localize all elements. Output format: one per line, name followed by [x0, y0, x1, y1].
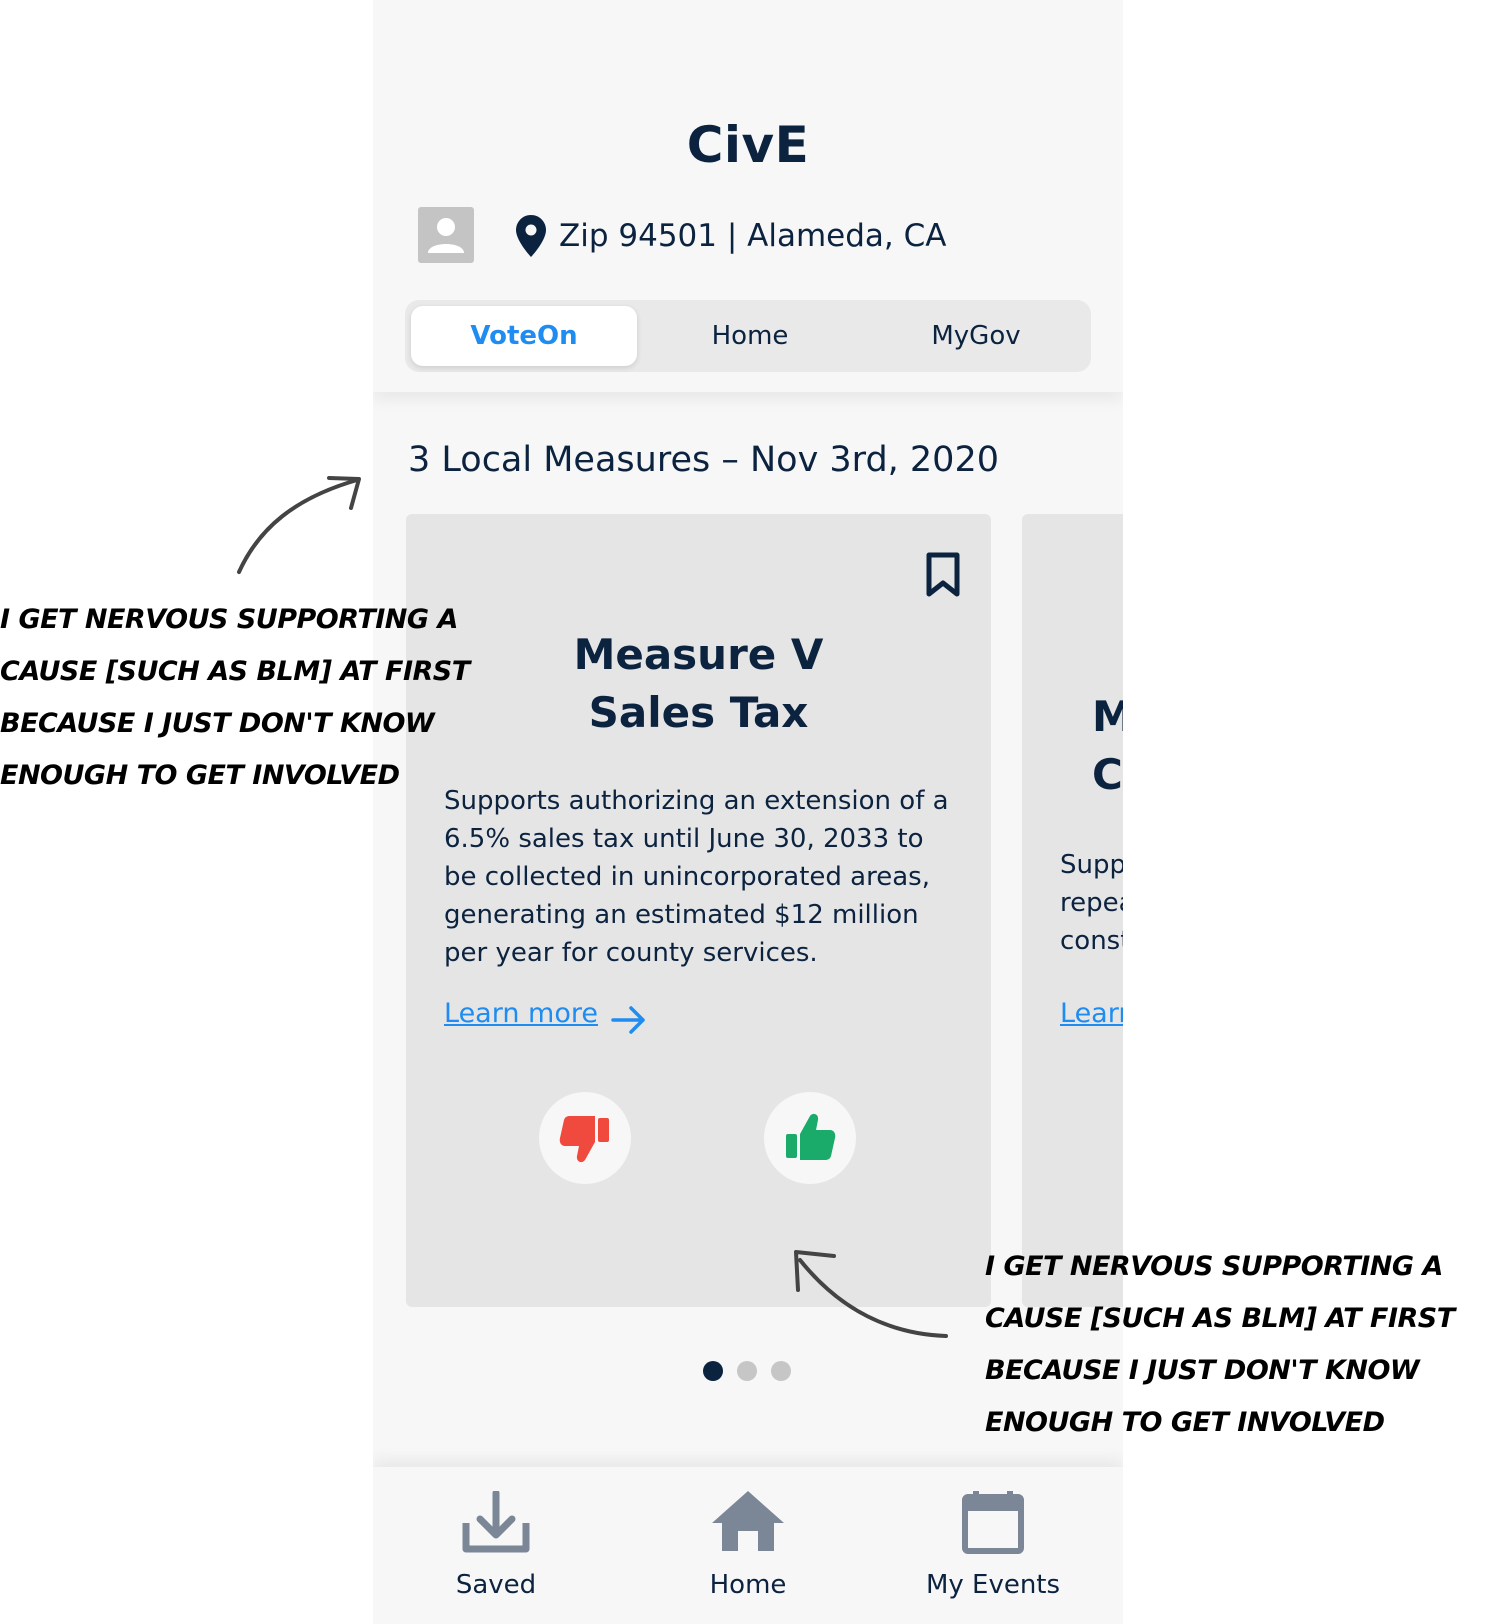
annotation-line: I get nervous supporting a: [985, 1251, 1443, 1282]
app-title: CivE: [686, 116, 810, 174]
annotation-note-2: I get nervous supporting a cause [such a…: [985, 1241, 1455, 1449]
annotation-line: enough to get involved: [985, 1407, 1385, 1438]
user-icon: [428, 218, 464, 253]
location-text: Zip 94501 | Alameda, CA: [559, 218, 947, 254]
nav-my-events[interactable]: My Events: [893, 1467, 1093, 1624]
annotation-note-1: I get nervous supporting a cause [such a…: [0, 594, 470, 802]
card-description: Supp repea const: [1060, 846, 1123, 960]
card-description: Supports authorizing an extension of a 6…: [444, 786, 949, 968]
annotation-line: cause [such as BLM] at first: [0, 656, 470, 687]
tab-mygov[interactable]: MyGov: [863, 306, 1089, 366]
app-header: CivE Zip 94501 | Alameda, CA VoteOn Home…: [373, 0, 1123, 392]
card-title-line1: M: [1092, 692, 1123, 741]
card-title: M C: [1092, 688, 1123, 804]
tab-home[interactable]: Home: [637, 306, 863, 366]
nav-label: My Events: [925, 1570, 1061, 1600]
card-title-line2: Sales Tax: [588, 688, 809, 737]
annotation-line: because I just don't know: [985, 1355, 1420, 1386]
card-desc-line3: const: [1060, 926, 1123, 956]
annotation-arrow-icon: [237, 476, 361, 574]
annotation-line: enough to get involved: [0, 760, 400, 791]
card-desc-line2: repea: [1060, 888, 1123, 918]
nav-saved[interactable]: Saved: [396, 1467, 596, 1624]
nav-label: Home: [709, 1570, 787, 1600]
measure-card[interactable]: Measure V Sales Tax Supports authorizing…: [406, 514, 991, 1307]
nav-home[interactable]: Home: [648, 1467, 848, 1624]
like-button[interactable]: [764, 1092, 856, 1184]
bottom-nav: Saved Home My Events: [373, 1467, 1123, 1624]
measure-card-next[interactable]: M C Supp repea const Learn: [1022, 514, 1123, 1307]
card-title: Measure V Sales Tax: [406, 626, 991, 742]
dislike-button[interactable]: [539, 1092, 631, 1184]
avatar[interactable]: [418, 207, 474, 263]
card-title-line2: C: [1092, 750, 1123, 799]
card-title-line1: Measure V: [573, 630, 824, 679]
thumbs-up-icon: [786, 1113, 836, 1160]
card-desc-line1: Supp: [1060, 850, 1123, 880]
bookmark-icon[interactable]: [924, 552, 962, 598]
pagination-dot-3[interactable]: [771, 1361, 791, 1381]
calendar-icon: [962, 1491, 1024, 1554]
pagination-dot-2[interactable]: [737, 1361, 757, 1381]
annotation-line: because I just don't know: [0, 708, 435, 739]
download-icon: [462, 1491, 530, 1553]
annotation-line: cause [such as BLM] at first: [985, 1303, 1455, 1334]
learn-more-link[interactable]: Learn: [1060, 998, 1123, 1029]
thumbs-down-icon: [559, 1116, 609, 1163]
nav-label: Saved: [455, 1570, 537, 1600]
learn-more-link[interactable]: Learn more: [444, 998, 598, 1029]
annotation-arrow-icon: [794, 1250, 948, 1338]
location-pin-icon: [516, 215, 546, 257]
tab-bar: VoteOn Home MyGov: [405, 300, 1091, 372]
pagination-dot-1[interactable]: [703, 1361, 723, 1381]
carousel-pagination: [703, 1361, 803, 1383]
tab-voteon[interactable]: VoteOn: [411, 306, 637, 366]
annotation-line: I get nervous supporting a: [0, 604, 458, 635]
arrow-right-icon[interactable]: [609, 1000, 649, 1040]
section-title: 3 Local Measures – Nov 3rd, 2020: [408, 440, 999, 480]
home-icon: [712, 1491, 784, 1551]
